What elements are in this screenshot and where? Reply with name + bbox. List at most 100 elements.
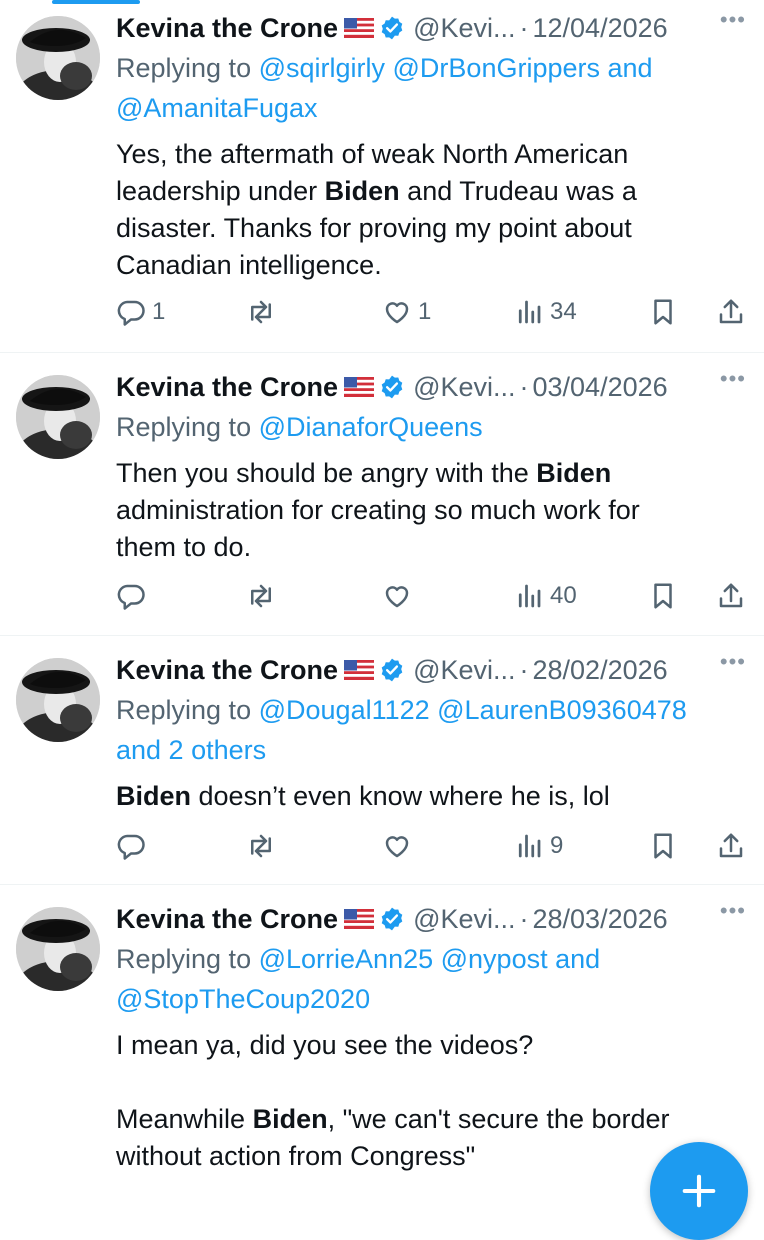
separator: · <box>519 13 529 43</box>
heart-icon <box>382 831 412 861</box>
more-options-icon[interactable]: ••• <box>720 9 746 31</box>
replying-to: Replying to @Dougal1122 @LaurenB09360478 <box>116 690 748 730</box>
replying-to-label: Replying to <box>116 53 252 83</box>
tweet-3[interactable]: Kevina the Crone @Kevi... · 28/02/2026 R… <box>0 636 764 884</box>
tweet-2[interactable]: Kevina the Crone @Kevi... · 03/04/2026 R… <box>0 353 764 635</box>
tweet-text: Then you should be angry with the Biden … <box>116 455 748 566</box>
reply-icon <box>116 831 146 861</box>
heart-icon <box>382 581 412 611</box>
like-button[interactable] <box>382 576 418 616</box>
author-name[interactable]: Kevina the Crone <box>116 8 338 48</box>
bookmark-icon <box>648 297 678 327</box>
bookmark-icon <box>648 581 678 611</box>
separator: · <box>519 372 529 402</box>
bookmark-icon <box>648 831 678 861</box>
view-count: 34 <box>550 298 577 325</box>
text-line: administration for creating so much work… <box>116 495 640 525</box>
more-options-icon[interactable]: ••• <box>720 900 746 922</box>
text-line: I mean ya, did you see the videos? <box>116 1030 534 1060</box>
reply-button[interactable] <box>116 826 152 866</box>
avatar[interactable] <box>16 375 100 459</box>
plus-icon <box>682 1174 716 1208</box>
author-handle[interactable]: @Kevi... <box>413 650 515 690</box>
action-bar: 9 <box>116 826 748 866</box>
text-span: doesn’t even know where he is, lol <box>191 781 610 811</box>
retweet-button[interactable] <box>246 292 282 332</box>
author-name[interactable]: Kevina the Crone <box>116 367 338 407</box>
share-button[interactable] <box>716 292 746 332</box>
separator: · <box>519 904 529 934</box>
reply-icon <box>116 581 146 611</box>
share-icon <box>716 581 746 611</box>
reply-button[interactable] <box>116 576 152 616</box>
more-options-icon[interactable]: ••• <box>720 368 746 390</box>
replying-to-label: Replying to <box>116 695 252 725</box>
author-name[interactable]: Kevina the Crone <box>116 650 338 690</box>
tweet-text: Yes, the aftermath of weak North America… <box>116 136 748 284</box>
text-line: without action from Congress" <box>116 1141 476 1171</box>
replying-to: Replying to @sqirlgirly @DrBonGrippers a… <box>116 48 748 88</box>
bookmark-button[interactable] <box>648 576 678 616</box>
text-span: , "we can't secure the border <box>327 1104 670 1134</box>
views-button[interactable]: 34 <box>514 292 577 332</box>
like-button[interactable]: 1 <box>382 292 431 332</box>
reply-mentions[interactable]: @sqirlgirly @DrBonGrippers and <box>259 53 653 83</box>
tweet-date[interactable]: 12/04/2026 <box>533 8 668 48</box>
heart-icon <box>382 297 412 327</box>
author-name[interactable]: Kevina the Crone <box>116 899 338 939</box>
reply-mentions-2[interactable]: @AmanitaFugax <box>116 93 318 123</box>
text-line: disaster. Thanks for proving my point ab… <box>116 213 632 243</box>
bookmark-button[interactable] <box>648 292 678 332</box>
us-flag-icon <box>344 909 374 929</box>
verified-badge-icon <box>379 657 405 683</box>
compose-button[interactable] <box>650 1142 748 1240</box>
share-button[interactable] <box>716 576 746 616</box>
avatar[interactable] <box>16 907 100 991</box>
us-flag-icon <box>344 660 374 680</box>
views-icon <box>514 297 544 327</box>
tweet-date[interactable]: 28/03/2026 <box>533 899 668 939</box>
text-span: and Trudeau was a <box>399 176 637 206</box>
reply-button[interactable]: 1 <box>116 292 165 332</box>
tweet-date[interactable]: 28/02/2026 <box>533 650 668 690</box>
author-handle[interactable]: @Kevi... <box>413 8 515 48</box>
retweet-button[interactable] <box>246 826 282 866</box>
us-flag-icon <box>344 377 374 397</box>
views-button[interactable]: 9 <box>514 826 563 866</box>
tweet-1[interactable]: Kevina the Crone @Kevi... · 12/04/2026 R… <box>0 0 764 352</box>
author-handle[interactable]: @Kevi... <box>413 367 515 407</box>
like-count: 1 <box>418 298 432 325</box>
text-span: Then you should be angry with the <box>116 458 537 488</box>
avatar[interactable] <box>16 658 100 742</box>
replying-to-label: Replying to <box>116 944 252 974</box>
bold-keyword: Biden <box>116 781 192 811</box>
retweet-button[interactable] <box>246 576 282 616</box>
tweet-date[interactable]: 03/04/2026 <box>533 367 668 407</box>
views-icon <box>514 831 544 861</box>
views-button[interactable]: 40 <box>514 576 577 616</box>
replying-to: Replying to @DianaforQueens <box>116 407 748 447</box>
verified-badge-icon <box>379 906 405 932</box>
us-flag-icon <box>344 18 374 38</box>
share-button[interactable] <box>716 826 746 866</box>
avatar[interactable] <box>16 16 100 100</box>
tweet-text: Biden doesn’t even know where he is, lol <box>116 778 748 815</box>
text-span: leadership under <box>116 176 325 206</box>
text-span: Meanwhile <box>116 1104 253 1134</box>
text-line: them to do. <box>116 532 252 562</box>
bookmark-button[interactable] <box>648 826 678 866</box>
reply-mentions-others[interactable]: and 2 others <box>116 735 266 765</box>
tweet-text: I mean ya, did you see the videos? Meanw… <box>116 1027 748 1175</box>
reply-mentions-2[interactable]: @StopTheCoup2020 <box>116 984 370 1014</box>
author-handle[interactable]: @Kevi... <box>413 899 515 939</box>
reply-mentions[interactable]: @DianaforQueens <box>259 412 483 442</box>
reply-mentions[interactable]: @Dougal1122 @LaurenB09360478 <box>259 695 687 725</box>
tweet-4[interactable]: Kevina the Crone @Kevi... · 28/03/2026 R… <box>0 885 764 1200</box>
reply-count: 1 <box>152 298 166 325</box>
reply-mentions[interactable]: @LorrieAnn25 @nypost and <box>259 944 601 974</box>
share-icon <box>716 831 746 861</box>
more-options-icon[interactable]: ••• <box>720 651 746 673</box>
like-button[interactable] <box>382 826 418 866</box>
view-count: 9 <box>550 832 564 859</box>
action-bar: 40 <box>116 576 748 616</box>
